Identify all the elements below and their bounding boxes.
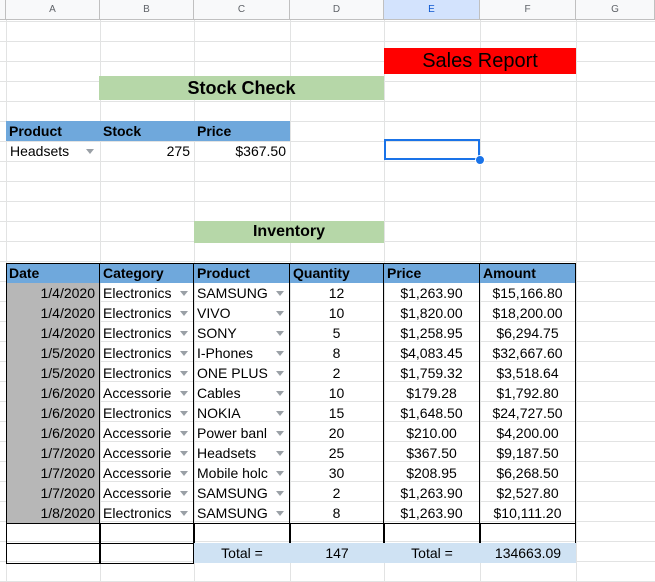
column-header-a[interactable]: A [6,0,100,20]
stock-header-product: Product [6,121,100,141]
stock-check-label: Stock Check [187,78,296,98]
amount-total-label: Total = [384,543,480,563]
quantity-total-value: 147 [290,543,384,563]
column-header-f[interactable]: F [480,0,576,20]
select-all-corner[interactable] [0,0,6,20]
stock-product-value: Headsets [10,143,70,159]
empty-cell[interactable] [100,543,194,564]
inventory-title: Inventory [194,221,384,243]
row-gridline [0,101,655,102]
column-gridline [576,0,577,582]
inventory-border [6,263,576,524]
sales-report-label: Sales Report [422,50,538,72]
sales-report-title: Sales Report [384,48,576,74]
stock-price-value: $367.50 [235,143,286,159]
column-header-g[interactable]: G [576,0,655,20]
selected-cell[interactable] [384,139,480,160]
empty-cell[interactable] [6,523,100,544]
empty-cell[interactable] [290,523,384,544]
row-gridline [0,201,655,202]
column-header-d[interactable]: D [290,0,384,20]
inventory-label: Inventory [252,223,325,240]
empty-cell[interactable] [480,523,576,544]
stock-header-price: Price [194,121,290,141]
empty-cell[interactable] [100,523,194,544]
quantity-total-label: Total = [194,543,290,563]
stock-header-stock: Stock [100,121,194,141]
row-gridline [0,181,655,182]
column-header-c[interactable]: C [194,0,290,20]
row-gridline [0,41,655,42]
fill-handle[interactable] [475,155,485,165]
stock-value: 275 [166,143,190,159]
row-gridline [0,261,655,262]
empty-cell[interactable] [194,523,290,544]
column-header-b[interactable]: B [100,0,194,20]
chevron-down-icon[interactable] [86,149,94,154]
row-gridline [0,21,655,22]
column-header-e[interactable]: E [384,0,480,20]
row-gridline [0,161,655,162]
empty-cell[interactable] [384,523,480,544]
stock-check-title: Stock Check [99,76,384,100]
empty-cell[interactable] [6,543,100,564]
amount-total-value: 134663.09 [480,543,576,563]
